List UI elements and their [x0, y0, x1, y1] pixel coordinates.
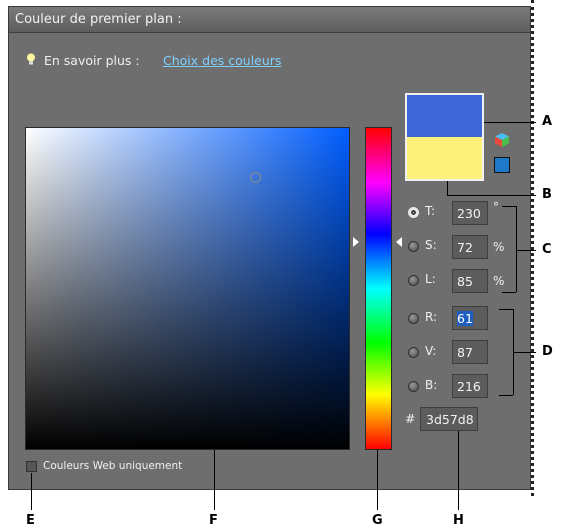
title-bar: Couleur de premier plan :: [9, 7, 530, 33]
lightness-field[interactable]: 85: [452, 269, 488, 293]
callout-b: B: [542, 187, 552, 202]
hex-label: #: [405, 411, 416, 426]
new-color-swatch: [407, 95, 482, 137]
callout-c: C: [542, 242, 552, 257]
web-colors-only-checkbox[interactable]: [26, 461, 37, 472]
color-cube-icon[interactable]: [494, 132, 510, 148]
callout-b-line-v: [447, 181, 448, 195]
dialog-title: Couleur de premier plan :: [15, 12, 182, 27]
callout-h-line: [458, 431, 459, 510]
callout-c-bracket-v: [516, 206, 517, 292]
green-label: V:: [425, 344, 437, 358]
callout-d-line: [513, 352, 536, 353]
red-field[interactable]: 61: [452, 306, 488, 330]
blue-label: B:: [425, 378, 438, 392]
saturation-radio[interactable]: [408, 241, 419, 252]
callout-h: H: [453, 513, 464, 528]
red-field-value: 61: [457, 311, 473, 326]
callout-d: D: [542, 344, 553, 359]
red-radio[interactable]: [408, 313, 419, 324]
learn-more-label: En savoir plus :: [44, 53, 140, 68]
lightness-label: L:: [425, 272, 436, 286]
hue-unit: °: [493, 200, 499, 214]
callout-g-line: [377, 450, 378, 510]
callout-d-bracket-bottom: [499, 395, 513, 396]
color-field[interactable]: [25, 127, 350, 450]
blue-radio[interactable]: [408, 381, 419, 392]
callout-e-line: [31, 473, 32, 510]
callout-e: E: [26, 513, 35, 528]
red-label: R:: [425, 310, 438, 324]
web-colors-only-label: Couleurs Web uniquement: [43, 460, 183, 472]
original-color-swatch[interactable]: [407, 137, 482, 179]
callout-c-line: [516, 250, 536, 251]
lightbulb-icon: [27, 53, 35, 65]
hue-slider-left-arrow[interactable]: [353, 237, 359, 247]
hex-field[interactable]: 3d57d8: [420, 407, 478, 431]
callout-b-line-h: [447, 195, 536, 196]
color-swatch: [405, 93, 484, 181]
callout-f-line: [214, 450, 215, 510]
lightness-radio[interactable]: [408, 275, 419, 286]
hue-label: T:: [425, 204, 436, 218]
callout-c-bracket-bottom: [502, 292, 516, 293]
green-field[interactable]: 87: [452, 340, 488, 364]
blue-field[interactable]: 216: [452, 374, 488, 398]
hue-field[interactable]: 230: [452, 201, 488, 225]
dialog-edge: [531, 0, 534, 496]
hue-slider[interactable]: [365, 127, 392, 450]
saturation-field[interactable]: 72: [452, 235, 488, 259]
callout-d-bracket-top: [499, 309, 513, 310]
color-choice-help-link[interactable]: Choix des couleurs: [163, 53, 281, 68]
callout-a-line: [484, 122, 536, 123]
saturation-label: S:: [425, 238, 437, 252]
callout-f: F: [209, 513, 218, 528]
lightness-unit: %: [493, 274, 505, 288]
callout-c-bracket-top: [502, 206, 516, 207]
hue-slider-right-arrow[interactable]: [396, 237, 402, 247]
saturation-unit: %: [493, 240, 505, 254]
green-radio[interactable]: [408, 347, 419, 358]
hue-radio[interactable]: [408, 207, 419, 218]
callout-a: A: [542, 114, 553, 129]
callout-g: G: [372, 513, 383, 528]
color-field-picker-circle[interactable]: [250, 172, 261, 183]
web-safe-color-icon[interactable]: [494, 157, 510, 173]
